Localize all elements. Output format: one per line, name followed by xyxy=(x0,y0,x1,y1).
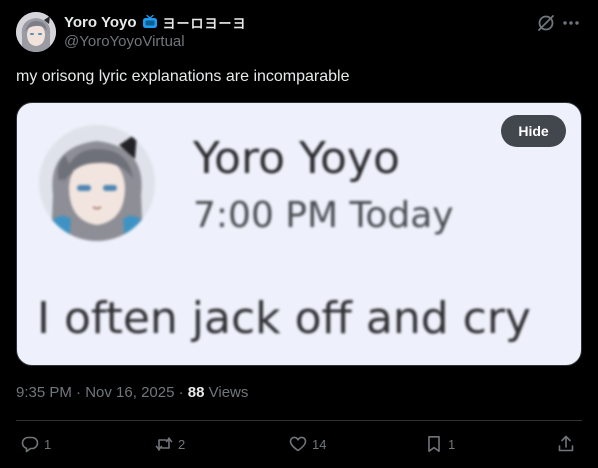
media-name-text: Yoro Yoyo xyxy=(193,133,400,184)
repost-icon xyxy=(154,434,174,454)
tv-icon xyxy=(142,14,158,30)
divider xyxy=(16,420,582,421)
media-image[interactable]: Yoro Yoyo 7:00 PM Today I often jack off… xyxy=(16,102,582,366)
post-time[interactable]: 9:35 PM xyxy=(16,384,72,401)
repost-button[interactable]: 2 xyxy=(154,433,185,455)
media-time-text: 7:00 PM Today xyxy=(193,195,454,236)
repost-count: 2 xyxy=(178,436,186,452)
author-name-row: Yoro Yoyo ヨーロヨーヨ xyxy=(64,12,247,32)
bookmark-count: 1 xyxy=(448,436,456,452)
media-content: Yoro Yoyo 7:00 PM Today I often jack off… xyxy=(17,103,581,365)
post-text: my orisong lyric explanations are incomp… xyxy=(16,68,350,85)
media-avatar xyxy=(39,125,155,241)
like-button[interactable]: 14 xyxy=(288,433,326,455)
views-count: 88 xyxy=(187,384,205,401)
like-count: 14 xyxy=(312,436,327,452)
post-meta: 9:35 PM · Nov 16, 2025 · 88 Views xyxy=(16,384,248,401)
reply-count: 1 xyxy=(44,436,52,452)
share-icon xyxy=(556,434,576,454)
media-message-text: I often jack off and cry xyxy=(37,293,531,344)
bookmark-icon xyxy=(424,434,444,454)
meta-separator: · xyxy=(174,384,188,401)
avatar[interactable] xyxy=(16,12,56,52)
author-display-name[interactable]: Yoro Yoyo xyxy=(64,14,137,31)
views-label: Views xyxy=(204,384,249,401)
reply-icon xyxy=(20,434,40,454)
author-name-extra: ヨーロヨーヨ xyxy=(162,16,247,32)
bookmark-button[interactable]: 1 xyxy=(424,433,455,455)
share-button[interactable] xyxy=(556,433,576,455)
grok-icon[interactable] xyxy=(536,13,556,33)
author-handle[interactable]: @YoroYoyoVirtual xyxy=(64,33,185,50)
post[interactable]: Yoro Yoyo ヨーロヨーヨ @YoroYoyoVirtual my ori… xyxy=(0,0,598,468)
heart-icon xyxy=(288,434,308,454)
more-icon[interactable] xyxy=(561,13,581,33)
hide-button[interactable]: Hide xyxy=(501,115,566,147)
reply-button[interactable]: 1 xyxy=(20,433,51,455)
post-date[interactable]: Nov 16, 2025 xyxy=(85,384,174,401)
meta-separator: · xyxy=(71,384,86,401)
